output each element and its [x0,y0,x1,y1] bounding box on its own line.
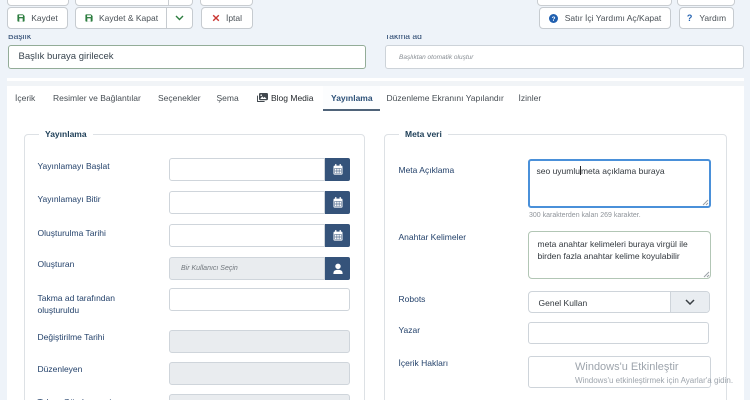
svg-text:?: ? [551,15,555,22]
